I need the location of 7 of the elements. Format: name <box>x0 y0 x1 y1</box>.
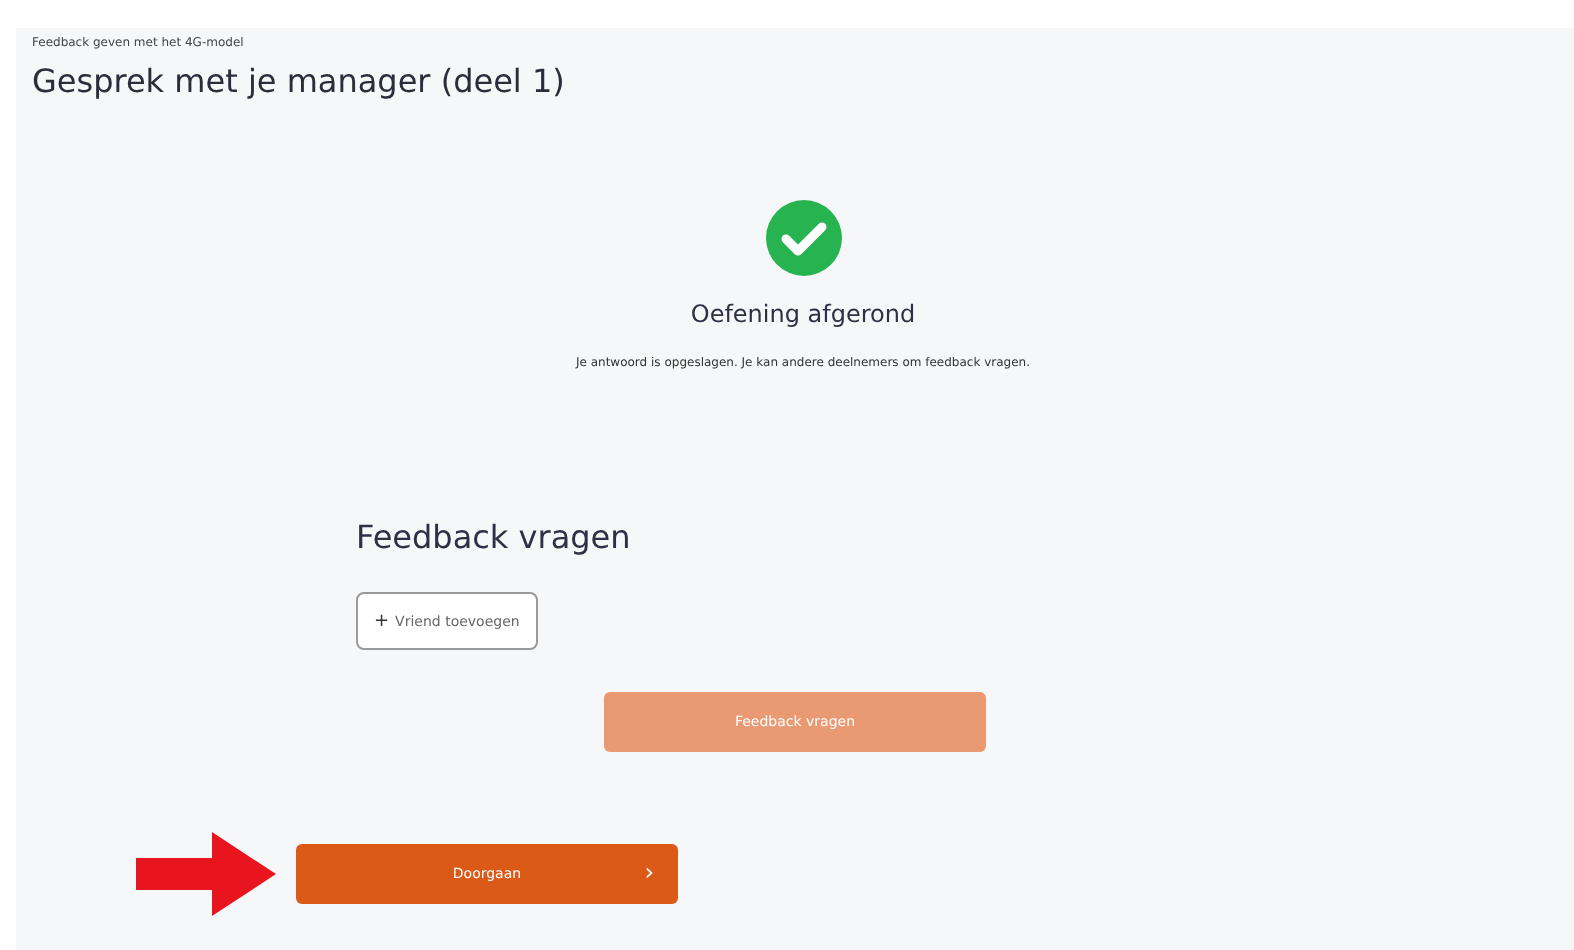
plus-icon: + <box>374 611 390 631</box>
page-title: Gesprek met je manager (deel 1) <box>32 62 567 100</box>
status-heading: Oefening afgerond <box>690 300 916 328</box>
arrow-icon <box>136 832 280 916</box>
check-circle-icon <box>765 200 841 276</box>
chevron-icon: › <box>644 858 654 886</box>
section-heading: Feedback vragen <box>356 518 631 556</box>
